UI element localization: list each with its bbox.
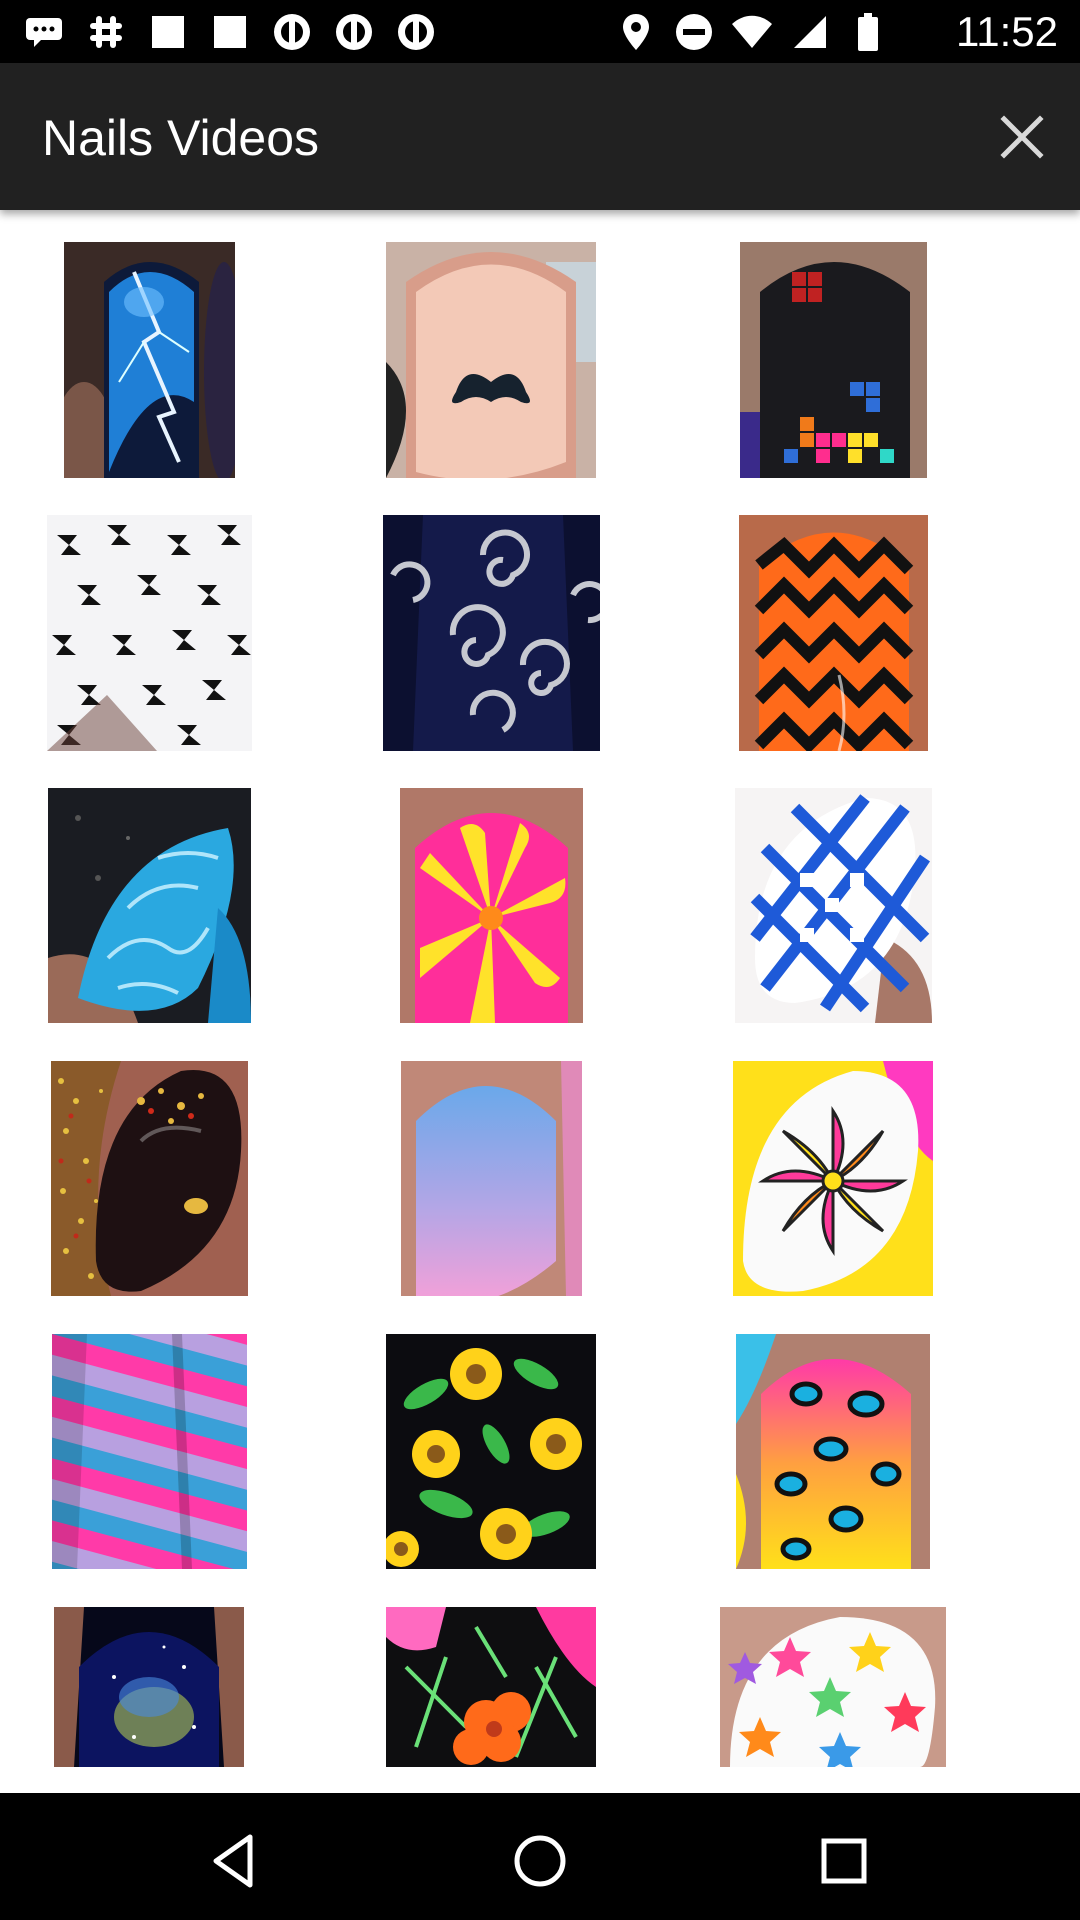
signal-icon xyxy=(332,10,376,54)
signal-icon xyxy=(270,10,314,54)
do-not-disturb-icon xyxy=(672,10,716,54)
video-thumbnail-blue-pink-gradient-nail[interactable] xyxy=(401,1061,582,1296)
close-button[interactable] xyxy=(986,101,1058,173)
video-thumbnail-gold-glitter-black-nail[interactable] xyxy=(51,1061,248,1296)
back-button[interactable] xyxy=(196,1821,276,1901)
slack-icon xyxy=(84,10,128,54)
recents-square-icon xyxy=(821,1838,867,1884)
signal-icon xyxy=(394,10,438,54)
video-thumbnail-turquoise-marble-nail[interactable] xyxy=(48,788,251,1023)
message-icon xyxy=(22,10,66,54)
image-icon xyxy=(146,10,190,54)
video-thumbnail-orange-chevron-nail[interactable] xyxy=(739,515,928,751)
location-icon xyxy=(614,10,658,54)
battery-icon xyxy=(846,10,890,54)
video-thumbnail-galaxy-nail[interactable] xyxy=(54,1607,244,1767)
video-thumbnail-rainbow-stars-nail[interactable] xyxy=(720,1607,946,1767)
recents-button[interactable] xyxy=(804,1821,884,1901)
home-circle-icon xyxy=(514,1835,566,1887)
navigation-bar xyxy=(0,1793,1080,1920)
app-bar: Nails Videos xyxy=(0,63,1080,210)
video-thumbnail-tetris-black-nail[interactable] xyxy=(740,242,927,478)
video-thumbnail-mustache-nude-nail[interactable] xyxy=(386,242,596,478)
system-icons xyxy=(614,10,890,54)
video-thumbnail-houndstooth-nail[interactable] xyxy=(47,515,252,751)
wifi-icon xyxy=(730,10,774,54)
notification-icons xyxy=(22,10,438,54)
video-thumbnail-sunflower-nail[interactable] xyxy=(386,1334,596,1569)
video-thumbnail-blue-lattice-nail[interactable] xyxy=(735,788,932,1023)
status-bar: 11:52 xyxy=(0,0,1080,63)
video-thumbnail-silver-swirl-navy-nail[interactable] xyxy=(383,515,600,751)
video-thumbnail-pink-yellow-water-marble-nail[interactable] xyxy=(400,788,583,1023)
back-triangle-icon xyxy=(213,1834,253,1888)
page-title: Nails Videos xyxy=(42,110,320,166)
video-thumbnail-mandala-flower-nail[interactable] xyxy=(733,1061,933,1296)
nail-video-grid xyxy=(0,210,1080,1793)
video-thumbnail-pink-blue-stripes-nail[interactable] xyxy=(52,1334,247,1569)
image-icon xyxy=(208,10,252,54)
video-thumbnail-neon-floral-nail[interactable] xyxy=(386,1607,596,1767)
video-thumbnail-lightning-blue-nail[interactable] xyxy=(64,242,235,478)
clock: 11:52 xyxy=(956,8,1058,55)
home-button[interactable] xyxy=(500,1821,580,1901)
video-thumbnail-neon-leopard-nail[interactable] xyxy=(736,1334,930,1569)
close-icon xyxy=(1000,115,1044,159)
cell-signal-icon xyxy=(788,10,832,54)
